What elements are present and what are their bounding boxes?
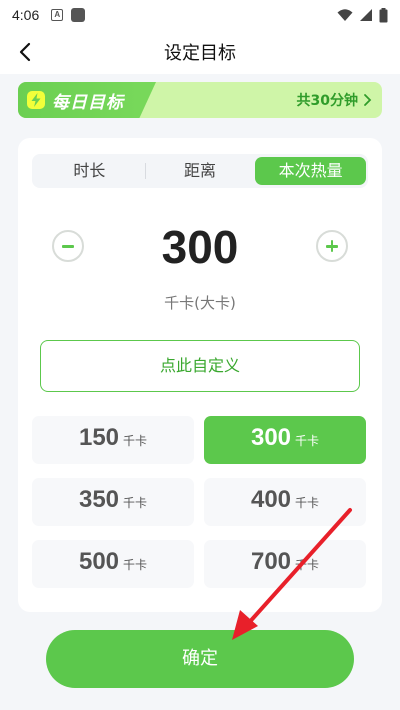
preset-value: 150 bbox=[78, 424, 120, 451]
notification-app-icon bbox=[71, 8, 86, 22]
preset-unit: 千卡 bbox=[295, 496, 320, 510]
custom-value-button[interactable]: 点此自定义 bbox=[40, 340, 360, 392]
chevron-left-icon bbox=[19, 42, 31, 62]
preset-option[interactable]: 500 千卡 bbox=[32, 540, 194, 588]
goal-summary-link[interactable]: 共30分钟 bbox=[297, 90, 372, 110]
increase-button[interactable] bbox=[316, 230, 348, 262]
preset-unit: 千卡 bbox=[123, 558, 148, 572]
header: 设定目标 bbox=[0, 30, 400, 74]
preset-unit: 千卡 bbox=[123, 434, 148, 448]
goal-summary-text: 共30分钟 bbox=[296, 93, 358, 109]
preset-value: 300 bbox=[250, 424, 292, 451]
status-time: 4:06 bbox=[12, 7, 40, 23]
preset-unit: 千卡 bbox=[295, 558, 320, 572]
tab-calories[interactable]: 本次热量 bbox=[255, 157, 367, 185]
back-button[interactable] bbox=[14, 40, 38, 64]
preset-unit: 千卡 bbox=[295, 434, 320, 448]
tab-duration[interactable]: 时长 bbox=[34, 157, 145, 185]
preset-unit: 千卡 bbox=[123, 496, 148, 510]
preset-value: 700 bbox=[250, 548, 292, 575]
confirm-button[interactable]: 确定 bbox=[46, 630, 354, 688]
preset-option[interactable]: 700 千卡 bbox=[204, 540, 366, 588]
status-bar: 4:06 A bbox=[0, 0, 400, 30]
preset-option[interactable]: 300 千卡 bbox=[204, 416, 366, 464]
daily-goal-banner: 每日目标 共30分钟 bbox=[18, 82, 382, 118]
page-title: 设定目标 bbox=[164, 43, 236, 64]
status-icons bbox=[337, 7, 388, 23]
preset-option[interactable]: 400 千卡 bbox=[204, 478, 366, 526]
battery-icon bbox=[379, 7, 388, 22]
goal-card: 时长 距离 本次热量 300 千卡(大卡) 点此自定义 150 千卡 300 千… bbox=[18, 138, 382, 612]
lightning-icon bbox=[27, 91, 45, 109]
daily-goal-badge: 每日目标 bbox=[18, 82, 156, 118]
preset-option[interactable]: 350 千卡 bbox=[32, 478, 194, 526]
preset-option[interactable]: 150 千卡 bbox=[32, 416, 194, 464]
wifi-icon bbox=[337, 9, 353, 21]
preset-value: 350 bbox=[78, 486, 120, 513]
notification-a-icon: A bbox=[51, 9, 64, 21]
goal-type-tabs: 时长 距离 本次热量 bbox=[32, 154, 368, 188]
preset-value: 500 bbox=[78, 548, 120, 575]
goal-unit: 千卡(大卡) bbox=[164, 294, 236, 312]
preset-value: 400 bbox=[250, 486, 292, 513]
cellular-signal-icon bbox=[360, 9, 372, 21]
chevron-right-icon bbox=[364, 94, 372, 106]
tab-distance[interactable]: 距离 bbox=[144, 157, 256, 185]
daily-goal-label: 每日目标 bbox=[52, 92, 124, 113]
